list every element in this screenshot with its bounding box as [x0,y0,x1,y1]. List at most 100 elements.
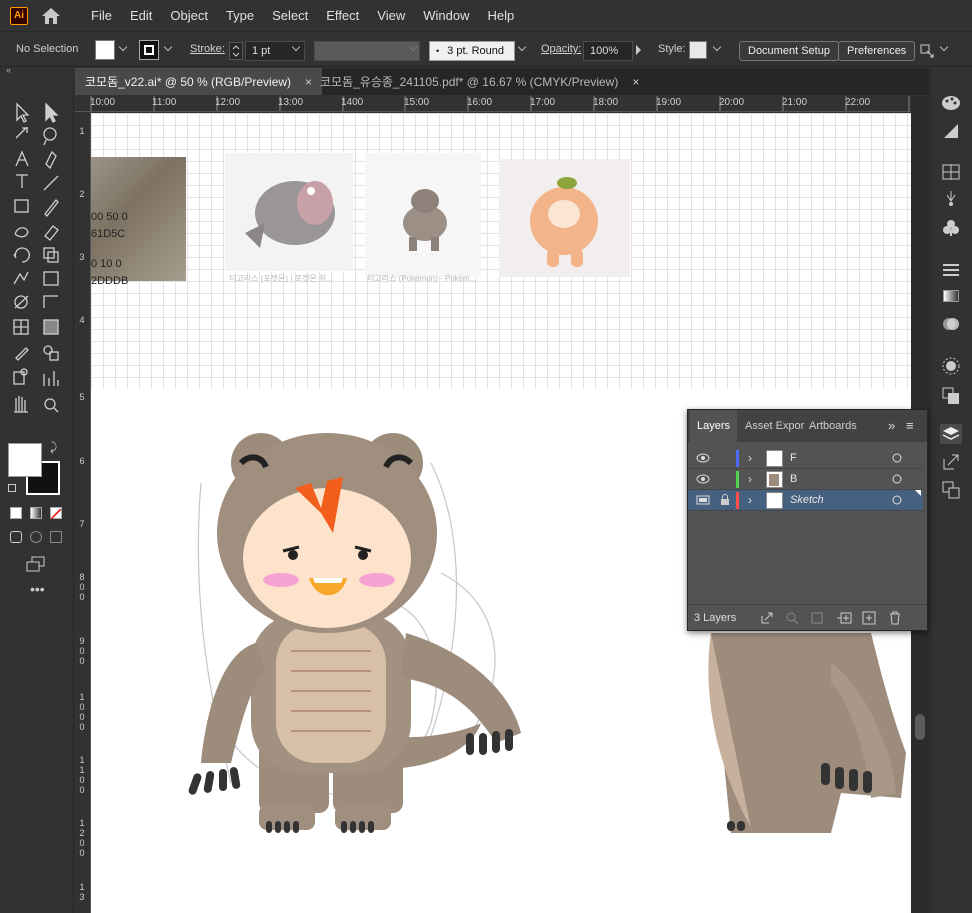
draw-inside-icon[interactable] [50,531,62,543]
graphic-styles-icon[interactable] [940,386,962,406]
chevron-down-icon[interactable] [712,42,722,52]
screen-mode-icon[interactable] [26,556,46,572]
swap-colors-icon[interactable]: ⤸ [50,440,57,455]
symbols-icon[interactable] [940,218,962,238]
reference-image-tyranitar[interactable] [225,153,353,271]
visibility-eye-icon[interactable] [696,453,710,463]
layers-count: 3 Layers [694,612,737,624]
image-caption: 티고리스 (포켓몬) | 포켓몬 위... [229,274,333,283]
visibility-eye-icon[interactable] [696,474,710,484]
swatches-icon[interactable] [940,162,962,182]
variable-width-profile[interactable] [314,41,420,61]
none-mode-icon[interactable] [50,507,62,520]
menu-help[interactable]: Help [478,0,523,32]
reference-image-figure[interactable] [365,153,481,277]
layer-row-b[interactable]: › B [688,469,923,490]
style-swatch[interactable] [689,41,707,59]
preferences-button[interactable]: Preferences [838,41,916,61]
scrollbar-thumb[interactable] [915,714,925,740]
trash-icon[interactable] [888,610,902,626]
chevron-down-icon[interactable] [163,42,173,52]
color-mode-icon[interactable] [10,507,22,519]
close-icon[interactable]: × [632,75,639,89]
gradient-mode-icon[interactable] [30,507,42,519]
tab-asset-export[interactable]: Asset Expor [738,410,811,442]
new-layer-icon[interactable] [862,611,876,625]
target-icon[interactable] [892,453,902,463]
layer-name: Sketch [790,494,824,506]
brush-definition[interactable]: • 3 pt. Round [429,41,515,61]
fill-swatch[interactable] [95,40,115,60]
artboards-icon[interactable] [940,480,962,500]
color-note: 0 10 0 [91,258,122,270]
tab-artboards[interactable]: Artboards [802,410,864,442]
home-icon[interactable] [40,6,62,26]
menu-edit[interactable]: Edit [121,0,161,32]
new-sublayer-icon[interactable] [836,611,852,625]
mascot-side-illustration[interactable] [691,623,911,833]
target-icon[interactable] [892,495,902,505]
chevron-down-icon[interactable] [118,42,128,52]
transparency-icon[interactable] [940,314,962,334]
template-layer-icon[interactable] [696,495,710,505]
ruler-label: 4 [79,315,85,325]
default-colors-icon[interactable] [8,484,16,492]
menu-object[interactable]: Object [161,0,217,32]
document-setup-button[interactable]: Document Setup [739,41,839,61]
color-guide-icon[interactable] [940,121,962,141]
chevron-right-icon[interactable]: › [748,493,752,507]
chevron-right-icon[interactable]: › [748,451,752,465]
layer-row-f[interactable]: › F [688,448,923,469]
menu-window[interactable]: Window [414,0,478,32]
fill-color-front[interactable] [8,443,42,477]
control-bar: No Selection Stroke: 1 pt • 3 pt. Round O… [0,33,972,67]
reference-image-character[interactable] [499,159,630,277]
gradient-panel-icon[interactable] [940,286,962,306]
expand-panel-icon[interactable]: » [888,418,895,433]
stroke-stepper[interactable] [229,42,243,60]
menu-select[interactable]: Select [263,0,317,32]
target-icon[interactable] [892,474,902,484]
stroke-label[interactable]: Stroke: [190,43,225,55]
mascot-illustration[interactable] [171,433,531,838]
arrange-icon[interactable] [918,42,936,60]
color-note: 61D5C [91,228,126,240]
ruler-label: 19:00 [656,97,682,108]
ruler-label: 1 2 0 0 [79,818,85,858]
appearance-icon[interactable] [940,356,962,376]
draw-normal-icon[interactable] [10,531,22,543]
clipping-mask-icon[interactable] [810,611,824,625]
draw-behind-icon[interactable] [30,531,42,543]
layers-panel-icon[interactable] [940,424,962,444]
more-tools-icon[interactable]: ••• [30,581,45,597]
stroke-panel-icon[interactable] [940,260,962,280]
color-palette-icon[interactable] [940,93,962,113]
menu-effect[interactable]: Effect [317,0,368,32]
chevron-down-icon[interactable] [517,42,527,52]
tab-document-2[interactable]: 코모돔_유승종_241105.pdf* @ 16.67 % (CMYK/Prev… [310,68,649,95]
tab-layers[interactable]: Layers [690,410,738,442]
style-label: Style: [658,43,686,55]
collapse-left-icon[interactable]: « [6,65,11,75]
export-selection-icon[interactable] [760,611,774,625]
chevron-down-icon[interactable] [939,42,949,52]
color-note: 00 50 0 [91,211,128,223]
export-icon[interactable] [940,452,962,472]
stroke-swatch[interactable] [139,40,159,60]
menu-view[interactable]: View [368,0,414,32]
chevron-right-icon[interactable]: › [748,472,752,486]
opacity-field[interactable]: 100% [583,41,633,61]
ruler-label: 1 3 [79,882,85,902]
menu-file[interactable]: File [82,0,121,32]
layer-row-sketch[interactable]: › Sketch [688,490,923,511]
brushes-icon[interactable] [940,188,962,208]
tab-document-1[interactable]: 코모돔_v22.ai* @ 50 % (RGB/Preview) × [75,68,323,95]
panel-menu-icon[interactable]: ≡ [906,418,914,433]
ruler-label: 17:00 [530,97,556,108]
locate-object-icon[interactable] [785,611,799,625]
menu-type[interactable]: Type [217,0,263,32]
chevron-right-icon[interactable] [636,45,641,55]
lock-icon[interactable] [720,494,730,506]
layers-panel-footer: 3 Layers [688,604,927,630]
opacity-label[interactable]: Opacity: [541,43,581,55]
